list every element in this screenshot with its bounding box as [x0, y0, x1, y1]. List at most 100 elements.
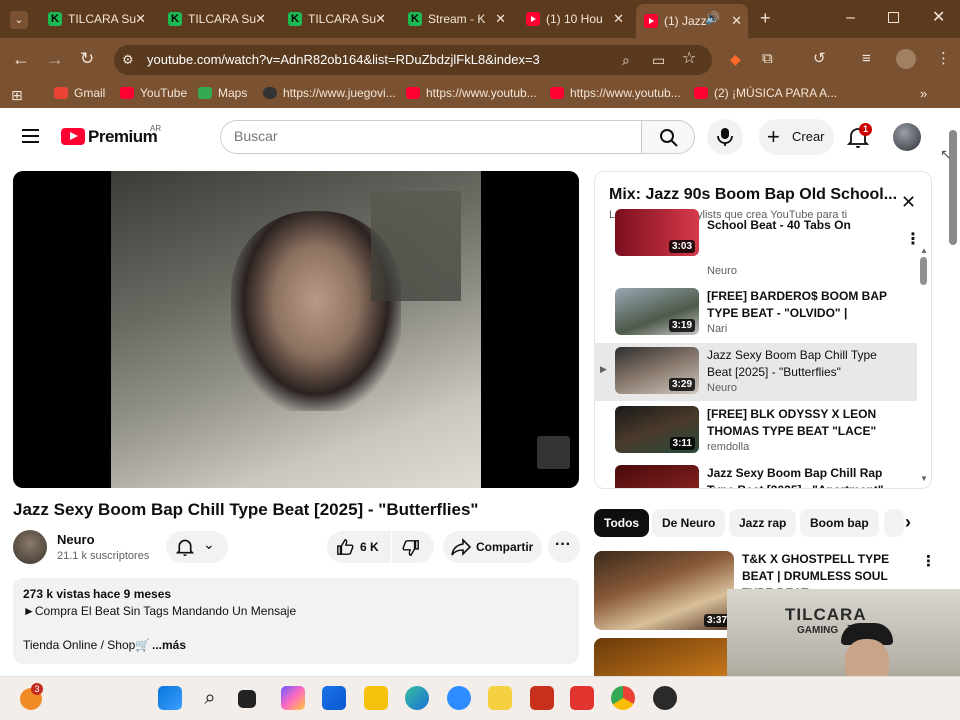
obs-icon[interactable] [653, 686, 677, 710]
speaker-icon[interactable]: 🔊 [705, 11, 720, 25]
bookmark-youtube-link-1[interactable]: https://www.youtub... [406, 86, 537, 100]
share-button[interactable]: Compartir [443, 531, 542, 563]
bookmark-youtube-link-2[interactable]: https://www.youtub... [550, 86, 681, 100]
profile-avatar[interactable] [896, 49, 916, 69]
gmail-icon [54, 87, 68, 99]
extensions-puzzle-icon[interactable]: ⧉ [762, 51, 773, 67]
hamburger-menu-icon[interactable] [22, 129, 39, 143]
playlist-item[interactable]: 3:19 [FREE] BARDERO$ BOOM BAP TYPE BEAT … [595, 284, 917, 342]
scroll-down-icon[interactable]: ▼ [920, 474, 928, 483]
subscribed-bell-button[interactable]: ⌄ [166, 531, 228, 563]
duration-badge: 3:11 [669, 437, 695, 450]
show-more-link[interactable]: ...más [152, 638, 186, 652]
recommendation-thumbnail[interactable]: 3:37 [594, 551, 734, 630]
close-window-icon[interactable]: ✕ [932, 10, 945, 26]
new-tab-icon[interactable]: + [760, 9, 771, 27]
site-info-icon[interactable]: ⚙ [122, 52, 134, 68]
channel-avatar[interactable] [13, 530, 47, 564]
channel-name[interactable]: Neuro [57, 532, 95, 547]
close-tab-icon[interactable]: ✕ [495, 11, 506, 27]
notification-badge: 1 [859, 123, 872, 136]
start-menu-icon[interactable] [158, 686, 182, 710]
close-tab-icon[interactable]: ✕ [731, 13, 742, 29]
recommendation-thumbnail[interactable] [594, 638, 734, 676]
playlist-item-current[interactable]: ▶ 3:29 Jazz Sexy Boom Bap Chill Type Bea… [595, 343, 917, 401]
create-button[interactable]: + Crear [759, 119, 834, 155]
tab-4[interactable]: Stream - K ✕ [400, 6, 512, 32]
voice-search-button[interactable] [707, 119, 743, 155]
history-icon[interactable]: ↺ [813, 51, 826, 67]
media-control-icon[interactable]: ≡ [862, 51, 871, 67]
forward-icon[interactable]: → [46, 50, 64, 68]
scroll-up-icon[interactable]: ▲ [920, 246, 928, 255]
recommendation-menu-icon[interactable]: ⋮ [921, 552, 936, 570]
file-explorer-icon[interactable] [364, 686, 388, 710]
app-red-icon[interactable] [530, 686, 554, 710]
playlist-scrollbar[interactable] [920, 257, 927, 285]
playlist-title[interactable]: Mix: Jazz 90s Boom Bap Old School... [609, 186, 897, 204]
tab-search-icon[interactable]: ⌄ [10, 11, 28, 29]
search-button[interactable] [641, 120, 695, 154]
chip-jazz-rap[interactable]: Jazz rap [729, 509, 797, 537]
playlist-item[interactable]: 3:03 School Beat - 40 Tabs On Neuro [595, 209, 917, 279]
bookmark-juegovi[interactable]: https://www.juegovi... [263, 86, 396, 100]
browser-menu-icon[interactable]: ⋮ [936, 51, 951, 67]
playlist-item-title: School Beat - 40 Tabs On [707, 218, 851, 232]
dislike-button[interactable] [392, 531, 434, 563]
channel-watermark-icon[interactable] [537, 436, 570, 469]
store-icon[interactable] [322, 686, 346, 710]
close-playlist-icon[interactable]: ✕ [901, 192, 916, 213]
bookmark-star-icon[interactable]: ☆ [682, 51, 696, 67]
chip-de-neuro[interactable]: De Neuro [652, 509, 726, 537]
bookmarks-overflow-icon[interactable]: » [920, 86, 927, 102]
chrome-icon[interactable] [611, 686, 635, 710]
playlist-item[interactable]: 3:11 [FREE] BLK ODYSSY X LEON THOMAS TYP… [595, 402, 917, 460]
task-view-icon[interactable] [238, 690, 256, 708]
bookmark-youtube[interactable]: YouTube [120, 86, 187, 100]
restore-icon[interactable] [888, 12, 899, 23]
apps-grid-icon[interactable]: ⊞ [11, 87, 23, 103]
chip-todos[interactable]: Todos [594, 509, 650, 537]
youtube-logo[interactable] [61, 128, 85, 145]
close-tab-icon[interactable]: ✕ [135, 11, 146, 27]
bookmark-gmail[interactable]: Gmail [54, 86, 105, 100]
extension-fox-icon[interactable]: ◆ [730, 51, 741, 67]
notifications-button[interactable]: 1 [847, 123, 872, 150]
video-player[interactable] [13, 171, 579, 488]
reload-icon[interactable]: ↻ [80, 50, 94, 67]
playlist-item-channel: Neuro [707, 382, 737, 394]
tab-1[interactable]: TILCARA Su ✕ [40, 6, 152, 32]
minimize-icon[interactable]: – [846, 10, 855, 26]
wps-office-icon[interactable] [570, 686, 594, 710]
upload-age: hace 9 meses [93, 587, 172, 601]
chip-boom-bap[interactable]: Boom bap [800, 509, 879, 537]
zoom-icon[interactable]: ⌕ [622, 52, 630, 68]
now-playing-icon: ▶ [600, 364, 607, 374]
bookmark-maps[interactable]: Maps [198, 86, 247, 100]
zoom-app-icon[interactable] [447, 686, 471, 710]
taskbar-search-icon[interactable]: ⌕ [198, 686, 222, 710]
more-actions-button[interactable]: ··· [548, 531, 580, 563]
close-tab-icon[interactable]: ✕ [613, 11, 624, 27]
back-icon[interactable]: ← [12, 50, 30, 68]
account-avatar[interactable] [893, 123, 921, 151]
url-text[interactable]: youtube.com/watch?v=AdnR82ob164&list=RDu… [147, 52, 540, 67]
tab-6-active[interactable]: (1) Jazz 🔊 ✕ [636, 4, 748, 38]
playlist-item[interactable]: Jazz Sexy Boom Bap Chill Rap Type Beat [… [595, 461, 917, 488]
youtube-logo-text[interactable]: Premium [88, 127, 158, 147]
chevron-down-icon: ⌄ [203, 536, 215, 552]
search-input[interactable] [234, 128, 634, 144]
game-app-icon[interactable] [488, 686, 512, 710]
tab-5[interactable]: (1) 10 Hou ✕ [518, 6, 630, 32]
like-button[interactable]: 6 K [327, 531, 391, 563]
chips-next-icon[interactable]: › [905, 512, 911, 533]
tab-2[interactable]: TILCARA Su ✕ [160, 6, 272, 32]
bookmark-musica[interactable]: (2) ¡MÚSICA PARA A... [694, 86, 837, 100]
cast-icon[interactable]: ▭ [652, 52, 665, 68]
copilot-icon[interactable] [281, 686, 305, 710]
tab-3[interactable]: TILCARA Su ✕ [280, 6, 392, 32]
tab-title: (1) 10 Hou [546, 12, 603, 26]
close-tab-icon[interactable]: ✕ [255, 11, 266, 27]
close-tab-icon[interactable]: ✕ [375, 11, 386, 27]
edge-icon[interactable] [405, 686, 429, 710]
